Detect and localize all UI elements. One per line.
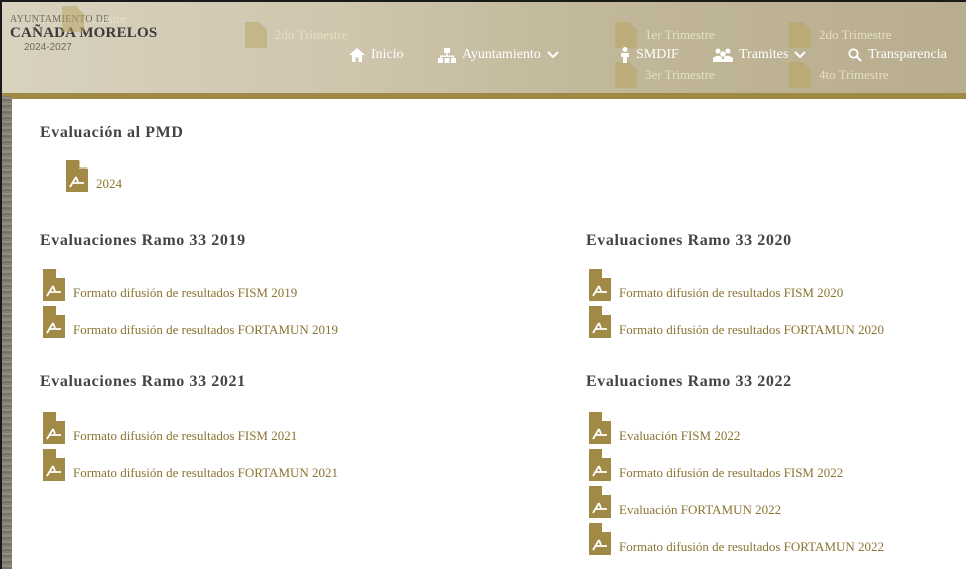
org-chart-icon bbox=[438, 47, 456, 63]
doc-link-label: Formato difusión de resultados FISM 2022 bbox=[619, 465, 844, 480]
nav-label: Ayuntamiento bbox=[462, 47, 541, 62]
doc-link[interactable]: Formato difusión de resultados FISM 2020 bbox=[589, 269, 843, 301]
doc-link-label: Formato difusión de resultados FORTAMUN … bbox=[619, 322, 885, 337]
pdf-icon bbox=[589, 523, 611, 555]
section-title-pmd: Evaluación al PMD bbox=[40, 124, 184, 141]
pdf-icon bbox=[589, 269, 611, 301]
doc-link[interactable]: Formato difusión de resultados FORTAMUN … bbox=[589, 523, 884, 555]
doc-link[interactable]: Formato difusión de resultados FISM 2022 bbox=[589, 449, 843, 481]
doc-link-label: Formato difusión de resultados FISM 2019 bbox=[73, 285, 298, 300]
nav-transparencia[interactable]: Transparencia bbox=[848, 47, 947, 63]
doc-link-label: 2024 bbox=[96, 176, 122, 191]
nav-tramites[interactable]: Tramites bbox=[713, 47, 806, 63]
pdf-icon bbox=[615, 22, 637, 48]
chevron-down-icon bbox=[547, 51, 559, 59]
doc-link[interactable]: Evaluación FORTAMUN 2022 bbox=[589, 486, 781, 518]
doc-link-label: Evaluación FORTAMUN 2022 bbox=[619, 502, 782, 517]
pdf-icon bbox=[589, 306, 611, 338]
doc-link[interactable]: Formato difusión de resultados FORTAMUN … bbox=[43, 306, 338, 338]
pdf-icon bbox=[245, 22, 267, 48]
pdf-icon bbox=[43, 306, 65, 338]
nav-inicio[interactable]: Inicio bbox=[349, 47, 404, 63]
nav-smdif[interactable]: SMDIF bbox=[620, 47, 679, 63]
pdf-icon bbox=[789, 22, 811, 48]
people-icon bbox=[713, 48, 733, 62]
ghost-menu-item[interactable]: 3er Trimestre bbox=[615, 62, 715, 88]
search-icon bbox=[848, 48, 862, 62]
doc-link-label: Formato difusión de resultados FORTAMUN … bbox=[619, 539, 885, 554]
ghost-menu-item[interactable]: 1er Trimestre bbox=[615, 22, 715, 48]
nav-ayuntamiento[interactable]: Ayuntamiento bbox=[438, 47, 559, 63]
ghost-menu-label: 1er Trimestre bbox=[645, 27, 715, 42]
home-icon bbox=[349, 48, 365, 62]
ghost-menu-label: ...estre bbox=[92, 11, 127, 26]
pdf-icon bbox=[589, 486, 611, 518]
ghost-menu-label: 2do Trimestre bbox=[819, 27, 892, 42]
pdf-icon bbox=[43, 269, 65, 301]
doc-link[interactable]: 2024 bbox=[66, 160, 122, 192]
section-title-2019: Evaluaciones Ramo 33 2019 bbox=[40, 232, 246, 249]
doc-link[interactable]: Formato difusión de resultados FORTAMUN … bbox=[589, 306, 884, 338]
pdf-icon bbox=[589, 412, 611, 444]
doc-link-label: Formato difusión de resultados FISM 2021 bbox=[73, 428, 298, 443]
doc-link[interactable]: Evaluación FISM 2022 bbox=[589, 412, 740, 444]
nav-label: SMDIF bbox=[636, 47, 679, 62]
doc-link-label: Formato difusión de resultados FISM 2020 bbox=[619, 285, 844, 300]
ghost-menu-item[interactable]: 4to Trimestre bbox=[789, 62, 889, 88]
doc-link-label: Formato difusión de resultados FORTAMUN … bbox=[73, 465, 339, 480]
pdf-icon bbox=[589, 449, 611, 481]
doc-link-label: Evaluación FISM 2022 bbox=[619, 428, 741, 443]
section-title-2021: Evaluaciones Ramo 33 2021 bbox=[40, 373, 246, 390]
chevron-down-icon bbox=[794, 51, 806, 59]
section-title-2022: Evaluaciones Ramo 33 2022 bbox=[586, 373, 792, 390]
pdf-icon bbox=[62, 6, 84, 32]
logo-line-3: 2024-2027 bbox=[24, 42, 72, 53]
doc-link[interactable]: Formato difusión de resultados FISM 2021 bbox=[43, 412, 297, 444]
section-title-2020: Evaluaciones Ramo 33 2020 bbox=[586, 232, 792, 249]
pdf-icon bbox=[43, 449, 65, 481]
nav-label: Transparencia bbox=[868, 47, 947, 62]
ghost-menu-label: 4to Trimestre bbox=[819, 67, 889, 82]
person-icon bbox=[621, 47, 629, 63]
pdf-icon bbox=[789, 62, 811, 88]
ghost-menu-item[interactable]: 2do Trimestre bbox=[789, 22, 892, 48]
doc-link-label: Formato difusión de resultados FORTAMUN … bbox=[73, 322, 339, 337]
ghost-menu-label: 3er Trimestre bbox=[645, 67, 715, 82]
nav-label: Inicio bbox=[371, 47, 404, 62]
pdf-icon bbox=[43, 412, 65, 444]
ghost-menu-label: 2do Trimestre bbox=[275, 27, 348, 42]
left-border-strip bbox=[2, 96, 12, 569]
doc-link[interactable]: Formato difusión de resultados FORTAMUN … bbox=[43, 449, 338, 481]
ghost-menu-item[interactable]: 2do Trimestre bbox=[245, 22, 348, 48]
main-content: Evaluación al PMD 2024 Evaluaciones Ramo… bbox=[38, 99, 966, 569]
doc-link[interactable]: Formato difusión de resultados FISM 2019 bbox=[43, 269, 297, 301]
ghost-menu-item[interactable]: ...estre bbox=[62, 6, 126, 32]
nav-label: Tramites bbox=[739, 47, 789, 62]
pdf-icon bbox=[66, 160, 88, 192]
pdf-icon bbox=[615, 62, 637, 88]
site-header: AYUNTAMIENTO DE CAÑADA MORELOS 2024-2027… bbox=[2, 2, 966, 94]
